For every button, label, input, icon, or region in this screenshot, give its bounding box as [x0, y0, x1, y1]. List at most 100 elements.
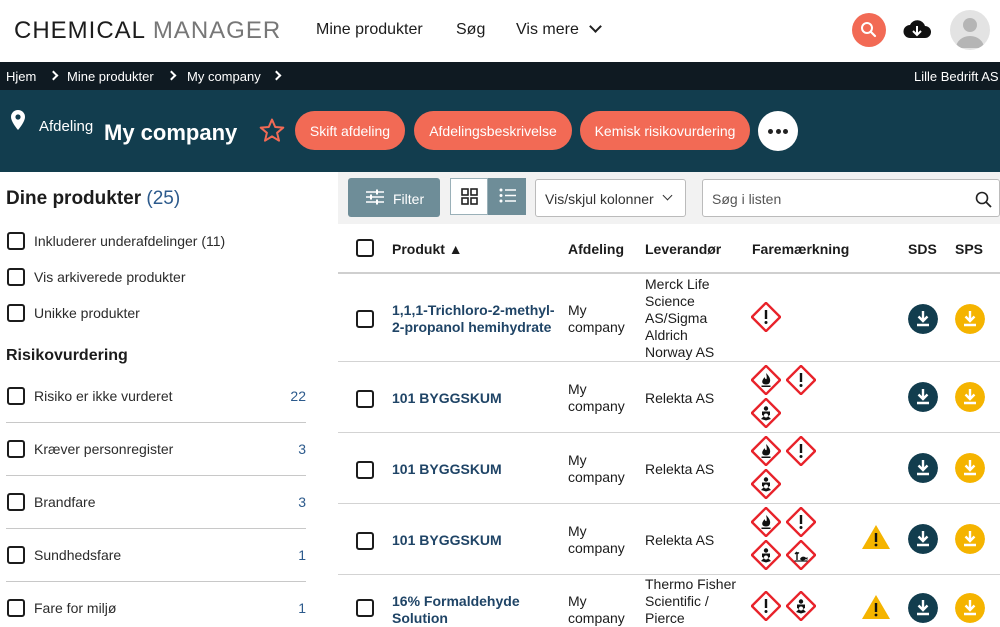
sds-download-icon[interactable]: [908, 524, 938, 554]
product-count: (25): [146, 188, 181, 209]
breadcrumb-my-products[interactable]: Mine produkter: [67, 69, 154, 84]
risk-filter-checkbox[interactable]: [7, 599, 25, 617]
table-row[interactable]: 101 BYGGSKUM My company Relekta AS: [338, 503, 1000, 574]
risk-filter-checkbox[interactable]: [7, 387, 25, 405]
chemical-risk-assessment-button[interactable]: Kemisk risikovurdering: [580, 111, 750, 150]
table-row[interactable]: 16% Formaldehyde Solution My company Ther…: [338, 574, 1000, 627]
risk-filter-label: Sundhedsfare: [34, 547, 122, 563]
grid-view-button[interactable]: [450, 178, 488, 215]
search-icon[interactable]: [975, 191, 992, 208]
product-table: Produkt ▲ Afdeling Leverandør Faremærkni…: [338, 224, 1000, 627]
chevron-right-icon: [166, 70, 177, 81]
table-row[interactable]: 101 BYGGSKUM My company Relekta AS: [338, 432, 1000, 503]
column-header-sps[interactable]: SPS: [955, 241, 983, 257]
sps-download-icon[interactable]: [955, 304, 985, 334]
row-checkbox[interactable]: [356, 310, 374, 328]
column-header-supplier[interactable]: Leverandør: [645, 241, 721, 257]
row-checkbox[interactable]: [356, 599, 374, 617]
nav-search[interactable]: Søg: [456, 21, 485, 39]
divider: [6, 528, 306, 529]
breadcrumb: Hjem Mine produkter My company Lille Bed…: [0, 62, 1000, 90]
table-row[interactable]: 1,1,1-Trichloro-2-methyl- 2-propanol hem…: [338, 272, 1000, 361]
breadcrumb-home[interactable]: Hjem: [6, 69, 36, 84]
filter-sliders-icon: [366, 189, 384, 205]
nav-show-more[interactable]: Vis mere: [516, 20, 602, 39]
row-checkbox[interactable]: [356, 532, 374, 550]
sds-download-icon[interactable]: [908, 382, 938, 412]
risk-filter-count: 3: [298, 494, 306, 510]
supplier-cell: Thermo Fisher Scientific / Pierce: [645, 576, 737, 626]
product-name-link[interactable]: 101 BYGGSKUM: [392, 532, 502, 549]
risk-filter-label: Risiko er ikke vurderet: [34, 388, 173, 404]
unique-products-checkbox[interactable]: [7, 304, 25, 322]
chevron-down-icon: [588, 20, 602, 33]
star-icon[interactable]: [259, 118, 285, 142]
warning-icon[interactable]: [861, 594, 891, 620]
more-options-button[interactable]: [758, 111, 798, 151]
divider: [6, 422, 306, 423]
supplier-cell: Relekta AS: [645, 390, 715, 406]
user-icon: [956, 18, 984, 48]
nav-my-products[interactable]: Mine produkter: [316, 21, 423, 39]
risk-filter-count: 3: [298, 441, 306, 457]
app-logo[interactable]: CHEMICAL MANAGER: [14, 17, 281, 45]
cloud-download-icon[interactable]: [902, 17, 932, 43]
department-cell: My company: [568, 302, 625, 335]
warning-icon[interactable]: [861, 524, 891, 550]
hazard-health-icon: [751, 398, 781, 428]
search-button[interactable]: [852, 13, 886, 47]
hazard-health-icon: [751, 469, 781, 499]
product-name-link[interactable]: 101 BYGGSKUM: [392, 390, 502, 407]
table-row[interactable]: 101 BYGGSKUM My company Relekta AS: [338, 361, 1000, 432]
sps-download-icon[interactable]: [955, 382, 985, 412]
more-icon: [768, 129, 773, 134]
column-header-department[interactable]: Afdeling: [568, 241, 624, 257]
location-pin-icon: [11, 110, 25, 130]
breadcrumb-company[interactable]: My company: [187, 69, 261, 84]
sds-download-icon[interactable]: [908, 304, 938, 334]
switch-department-button[interactable]: Skift afdeling: [295, 111, 405, 150]
filter-button[interactable]: Filter: [348, 178, 440, 217]
sps-download-icon[interactable]: [955, 593, 985, 623]
hazard-exclamation-icon: [786, 507, 816, 537]
sds-download-icon[interactable]: [908, 453, 938, 483]
risk-filter-label: Brandfare: [34, 494, 96, 510]
list-view-button[interactable]: [488, 178, 526, 215]
sidebar-title: Dine produkter (25): [6, 188, 181, 209]
show-archived-checkbox[interactable]: [7, 268, 25, 286]
department-label: Afdeling: [39, 118, 94, 135]
column-visibility-dropdown[interactable]: Vis/skjul kolonner: [535, 179, 686, 217]
hazard-exclamation-icon: [751, 591, 781, 621]
hazard-health-icon: [786, 591, 816, 621]
risk-filter-label: Kræver personregister: [34, 441, 174, 457]
row-checkbox[interactable]: [356, 390, 374, 408]
product-name-link[interactable]: 101 BYGGSKUM: [392, 461, 502, 478]
column-header-product[interactable]: Produkt ▲: [392, 241, 463, 257]
sds-download-icon[interactable]: [908, 593, 938, 623]
include-subdepartments-label: Inkluderer underafdelinger (11): [34, 233, 226, 249]
hazard-health-icon: [751, 540, 781, 570]
sps-download-icon[interactable]: [955, 524, 985, 554]
company-name[interactable]: Lille Bedrift AS: [914, 69, 999, 84]
product-name-link[interactable]: 1,1,1-Trichloro-2-methyl- 2-propanol hem…: [392, 302, 555, 336]
list-search-input[interactable]: Søg i listen: [702, 179, 1000, 217]
hazard-exclamation-icon: [751, 302, 781, 332]
risk-filter-checkbox[interactable]: [7, 493, 25, 511]
include-subdepartments-checkbox[interactable]: [7, 232, 25, 250]
select-all-checkbox[interactable]: [356, 239, 374, 257]
list-icon: [499, 188, 516, 203]
supplier-cell: Merck Life Science AS/Sigma Aldrich Norway…: [645, 276, 715, 360]
column-header-hazard[interactable]: Faremærkning: [752, 241, 849, 257]
divider: [6, 581, 306, 582]
risk-filter-checkbox[interactable]: [7, 440, 25, 458]
product-name-link[interactable]: 16% Formaldehyde Solution: [392, 593, 520, 627]
hazard-exclamation-icon: [786, 365, 816, 395]
department-description-button[interactable]: Afdelingsbeskrivelse: [414, 111, 572, 150]
sps-download-icon[interactable]: [955, 453, 985, 483]
hazard-environment-icon: [786, 540, 816, 570]
user-avatar[interactable]: [950, 10, 990, 50]
risk-filter-checkbox[interactable]: [7, 546, 25, 564]
chevron-right-icon: [48, 70, 59, 81]
row-checkbox[interactable]: [356, 461, 374, 479]
column-header-sds[interactable]: SDS: [908, 241, 937, 257]
